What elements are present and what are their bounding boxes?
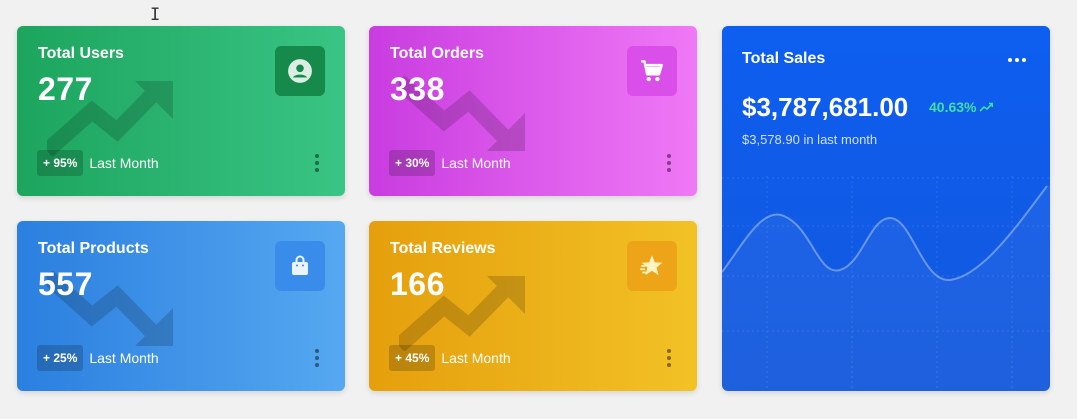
card-footer: + 45% Last Month	[389, 345, 511, 371]
sales-growth: 40.63%	[929, 99, 994, 115]
card-value: 557	[38, 266, 93, 302]
sales-title: Total Sales	[742, 50, 826, 67]
total-users-card: Total Users 277 + 95% Last Month	[17, 26, 345, 196]
card-value: 338	[390, 71, 445, 107]
growth-badge: + 45%	[389, 345, 436, 371]
growth-badge: + 25%	[37, 345, 84, 371]
cart-icon	[627, 46, 677, 96]
card-title: Total Products	[38, 240, 149, 257]
more-vertical-icon[interactable]	[315, 349, 319, 367]
total-products-card: Total Products 557 + 25% Last Month	[17, 221, 345, 391]
card-title: Total Users	[38, 45, 124, 62]
card-title: Total Orders	[390, 45, 484, 62]
total-orders-card: Total Orders 338 + 30% Last Month	[369, 26, 697, 196]
card-footer: + 95% Last Month	[37, 150, 159, 176]
more-vertical-icon[interactable]	[667, 154, 671, 172]
user-circle-icon	[275, 46, 325, 96]
card-footer: + 25% Last Month	[37, 345, 159, 371]
total-reviews-card: Total Reviews 166 + 45% Last Month	[369, 221, 697, 391]
more-horizontal-icon[interactable]	[1008, 58, 1026, 62]
star-icon	[627, 241, 677, 291]
period-label: Last Month	[441, 155, 511, 171]
card-value: 166	[390, 266, 445, 302]
trend-up-icon	[979, 102, 994, 112]
period-label: Last Month	[89, 350, 159, 366]
period-label: Last Month	[89, 155, 159, 171]
more-vertical-icon[interactable]	[667, 349, 671, 367]
card-title: Total Reviews	[390, 240, 496, 257]
growth-badge: + 95%	[37, 150, 84, 176]
period-label: Last Month	[441, 350, 511, 366]
card-value: 277	[38, 71, 93, 107]
sales-subtext: $3,578.90 in last month	[742, 132, 878, 147]
shopping-bag-icon	[275, 241, 325, 291]
growth-badge: + 30%	[389, 150, 436, 176]
sales-wave-chart	[722, 176, 1050, 391]
sales-value: $3,787,681.00	[742, 92, 909, 122]
growth-percent: 40.63%	[929, 99, 977, 115]
text-cursor-icon: I	[150, 5, 161, 25]
more-vertical-icon[interactable]	[315, 154, 319, 172]
card-footer: + 30% Last Month	[389, 150, 511, 176]
total-sales-card: Total Sales $3,787,681.00 40.63% $3,578.…	[722, 26, 1050, 391]
